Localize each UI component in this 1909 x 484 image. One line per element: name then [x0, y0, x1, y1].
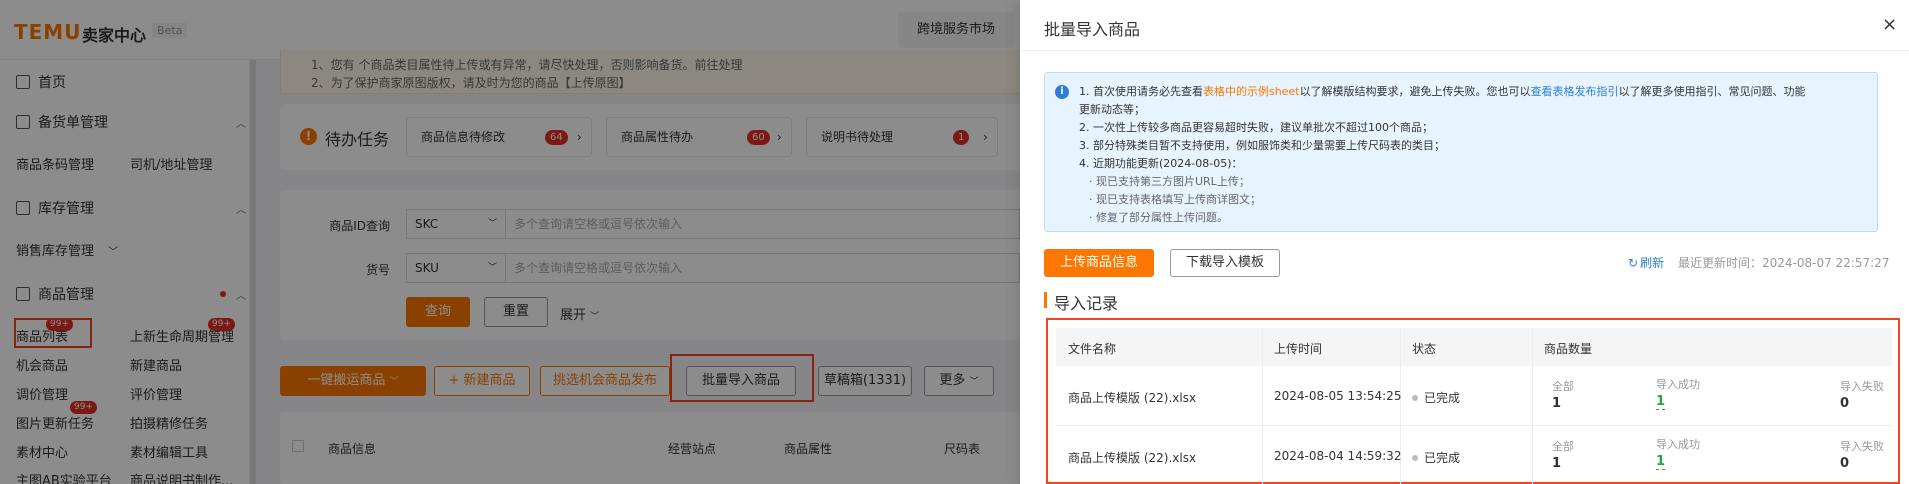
column-count: 商品数量: [1544, 342, 1593, 356]
modal-overlay[interactable]: [0, 0, 1020, 484]
refresh-icon: ↻: [1628, 256, 1639, 270]
close-icon[interactable]: ×: [1882, 14, 1897, 35]
records-title: 导入记录: [1054, 294, 1119, 313]
table-header: 文件名称 上传时间 状态 商品数量: [1056, 328, 1892, 366]
file-name[interactable]: 商品上传模版 (22).xlsx: [1068, 449, 1196, 466]
status-dot: [1412, 455, 1418, 461]
column-time: 上传时间: [1274, 342, 1323, 356]
info-icon: i: [1055, 85, 1069, 99]
status-badge: 已完成: [1412, 449, 1460, 466]
file-name[interactable]: 商品上传模版 (22).xlsx: [1068, 389, 1196, 406]
success-count[interactable]: 1: [1656, 454, 1666, 470]
info-line-1b: 更新动态等；: [1079, 103, 1145, 116]
import-records-table: 文件名称 上传时间 状态 商品数量 商品上传模版 (22).xlsx 2024-…: [1046, 318, 1900, 484]
info-line-2: 2. 一次性上传较多商品更容易超时失败，建议单批次不超过100个商品；: [1079, 121, 1433, 134]
info-sub-3: · 修复了部分属性上传问题。: [1089, 211, 1228, 224]
drawer-title: 批量导入商品: [1044, 20, 1141, 39]
all-count: 1: [1552, 456, 1562, 471]
table-row: 商品上传模版 (22).xlsx 2024-08-05 13:54:25 已完成…: [1056, 366, 1892, 426]
info-line-4: 4. 近期功能更新(2024-08-05)：: [1079, 157, 1243, 170]
batch-import-drawer: 批量导入商品 × i 1. 首次使用请务必先查看表格中的示例sheet以了解模版…: [1020, 0, 1909, 484]
upload-product-button[interactable]: 上传商品信息: [1044, 249, 1154, 277]
all-count: 1: [1552, 396, 1562, 411]
status-text: 已完成: [1424, 391, 1461, 405]
column-file: 文件名称: [1068, 342, 1117, 356]
divider: [1020, 50, 1909, 51]
success-count[interactable]: 1: [1656, 394, 1666, 410]
info-text: 以了解更多使用指引、常见问题、功能: [1618, 85, 1806, 98]
info-box: i 1. 首次使用请务必先查看表格中的示例sheet以了解模版结构要求，避免上传…: [1044, 72, 1878, 232]
last-update-text: 最近更新时间：2024-08-07 22:57:27: [1678, 256, 1890, 270]
all-label: 全部: [1552, 380, 1574, 393]
guide-link[interactable]: 查看表格发布指引: [1531, 85, 1619, 98]
status-dot: [1412, 395, 1418, 401]
info-text: 1. 首次使用请务必先查看: [1079, 85, 1203, 98]
success-label: 导入成功: [1656, 378, 1700, 391]
example-sheet-link[interactable]: 表格中的示例sheet: [1203, 85, 1300, 98]
all-label: 全部: [1552, 440, 1574, 453]
success-label: 导入成功: [1656, 438, 1700, 451]
table-row: 商品上传模版 (22).xlsx 2024-08-04 14:59:32 已完成…: [1056, 426, 1892, 484]
fail-label: 导入失败: [1840, 440, 1884, 453]
fail-count: 0: [1840, 456, 1850, 471]
column-status: 状态: [1412, 342, 1437, 356]
info-sub-1: · 现已支持第三方图片URL上传；: [1089, 175, 1250, 188]
section-accent: [1044, 292, 1047, 308]
fail-count: 0: [1840, 396, 1850, 411]
download-template-button[interactable]: 下载导入模板: [1170, 249, 1280, 277]
status-badge: 已完成: [1412, 389, 1460, 406]
info-sub-2: · 现已支持表格填写上传商详图文；: [1089, 193, 1261, 206]
info-line-1: 1. 首次使用请务必先查看表格中的示例sheet以了解模版结构要求，避免上传失败…: [1079, 83, 1806, 99]
app-root: TEMU 卖家中心 Beta 跨境服务市场 首页 备货单管理 ︿ 商品条码管理 …: [0, 0, 1909, 484]
info-line-3: 3. 部分特殊类目暂不支持使用，例如服饰类和少量需要上传尺码表的类目；: [1079, 139, 1445, 152]
upload-time: 2024-08-05 13:54:25: [1274, 389, 1402, 403]
info-text: 以了解模版结构要求，避免上传失败。您也可以: [1299, 85, 1531, 98]
status-text: 已完成: [1424, 451, 1461, 465]
fail-label: 导入失败: [1840, 380, 1884, 393]
refresh-link[interactable]: ↻ 刷新: [1628, 254, 1664, 271]
upload-time: 2024-08-04 14:59:32: [1274, 449, 1402, 463]
refresh-label: 刷新: [1640, 256, 1665, 270]
